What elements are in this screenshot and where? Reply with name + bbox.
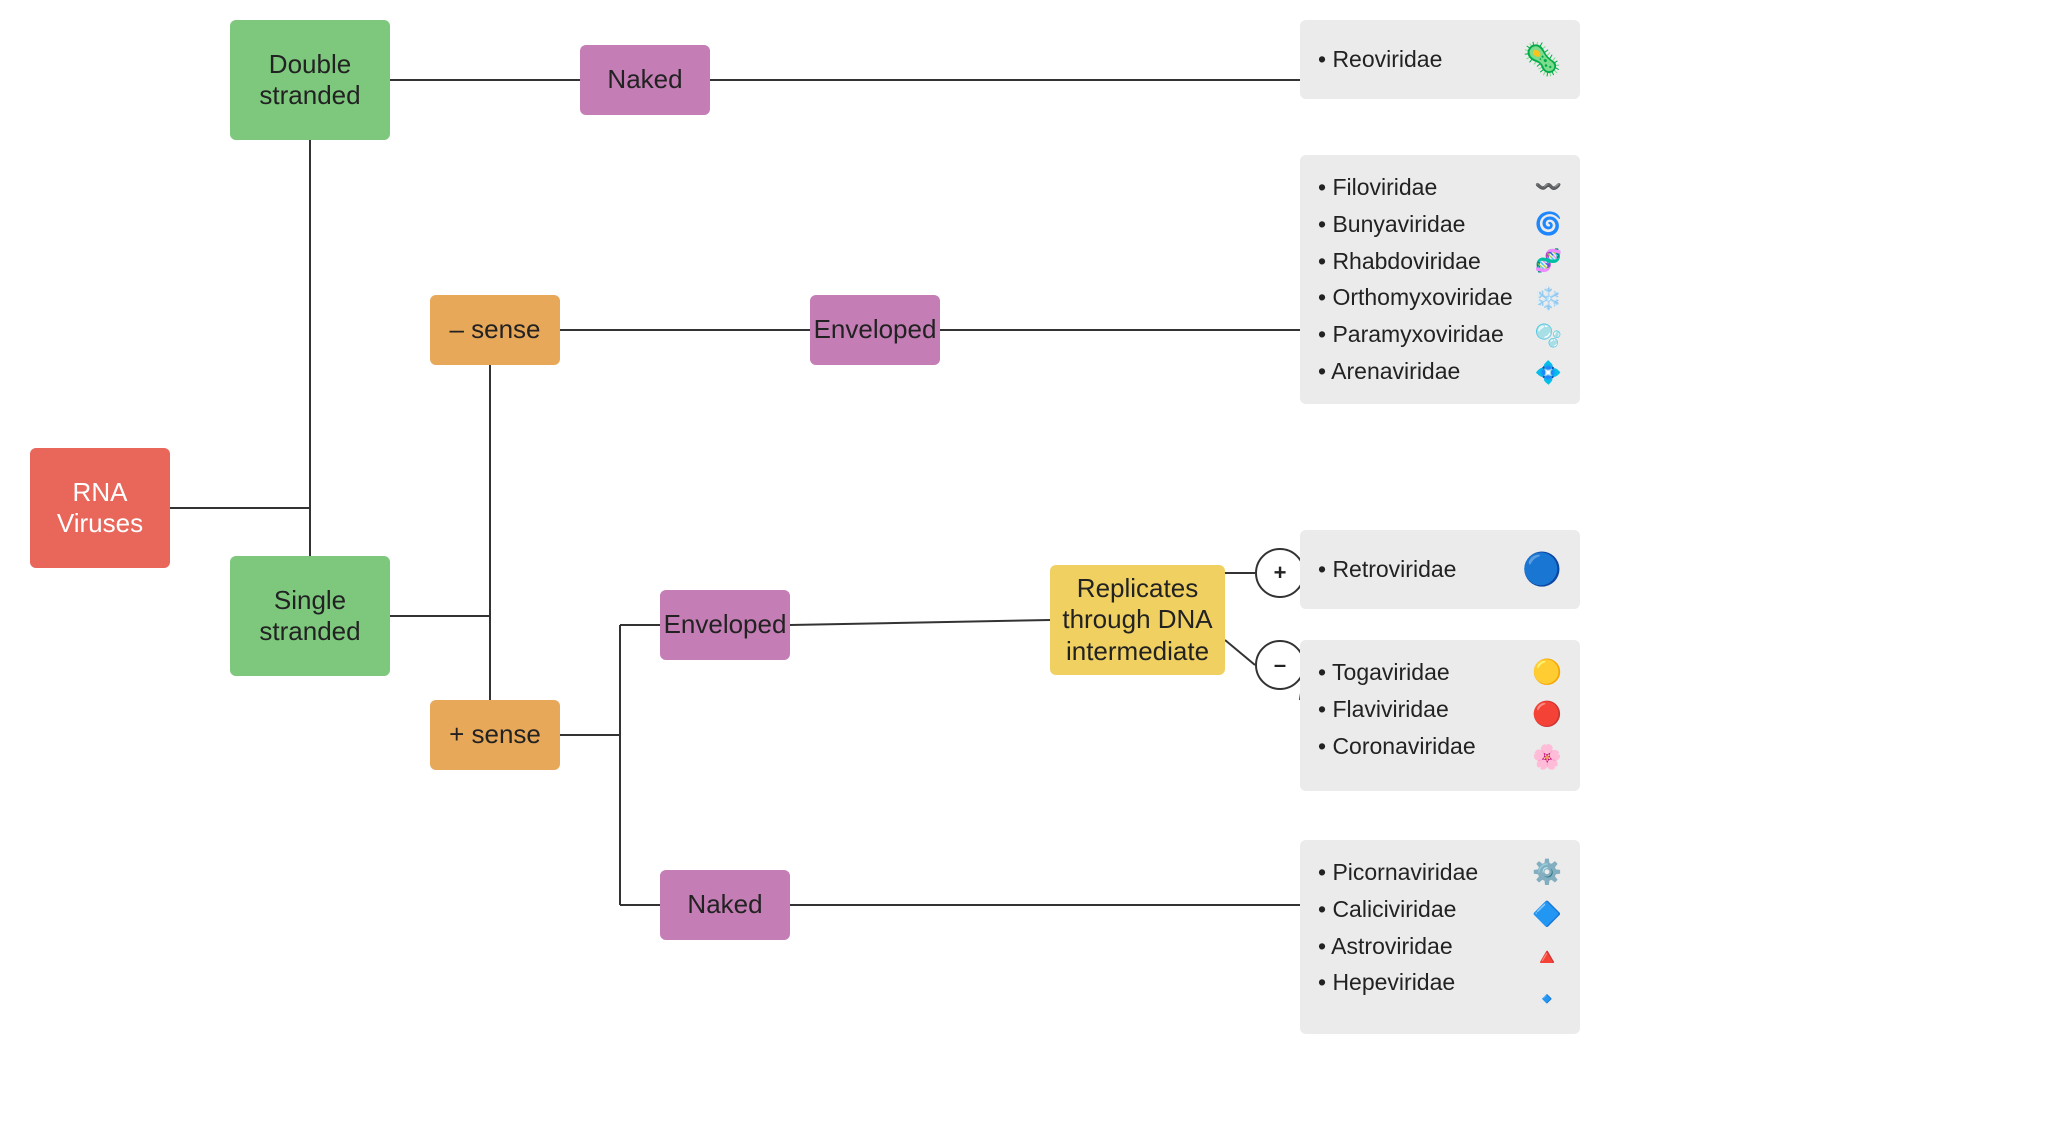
retro-icon: 🔵 [1522,544,1562,595]
reoviridae-entry: • Reoviridae 🦠 [1318,34,1562,85]
filo-icon: 〰️ [1535,169,1562,204]
bunya-entry: • Bunyaviridae [1318,206,1525,243]
outcome-naked-plus-group: • Picornaviridae • Caliciviridae • Astro… [1300,840,1580,1034]
enveloped-plus-label: Enveloped [664,609,787,640]
paramyxo-icon: 🫧 [1535,318,1562,353]
circle-minus-label: – [1274,652,1286,678]
toga-icons: 🟡 🔴 🌸 [1532,654,1562,777]
hepe-icon: 🔹 [1532,981,1562,1019]
minus-sense-label: – sense [449,314,540,345]
reoviridae-icon: 🦠 [1522,34,1562,85]
minus-sense-box: – sense [430,295,560,365]
diagram: RNA Viruses Double stranded Single stran… [0,0,2048,1137]
naked-plus-icons: ⚙️ 🔷 🔺 🔹 [1532,854,1562,1020]
reoviridae-text: • Reoviridae [1318,41,1442,78]
arena-entry: • Arenaviridae [1318,353,1525,390]
minus-group-content: • Filoviridae • Bunyaviridae • Rhabdovir… [1318,169,1562,390]
outcome-minus-group: • Filoviridae • Bunyaviridae • Rhabdovir… [1300,155,1580,404]
calici-icon: 🔷 [1532,896,1562,934]
toga-content: • Togaviridae • Flaviviridae • Coronavir… [1318,654,1562,777]
outcome-toga-group: • Togaviridae • Flaviviridae • Coronavir… [1300,640,1580,791]
replicates-label: Replicates through DNA intermediate [1062,573,1213,667]
enveloped-minus-box: Enveloped [810,295,940,365]
astro-icon: 🔺 [1532,939,1562,977]
naked-plus-content: • Picornaviridae • Caliciviridae • Astro… [1318,854,1562,1020]
enveloped-plus-box: Enveloped [660,590,790,660]
double-stranded-box: Double stranded [230,20,390,140]
filo-entry: • Filoviridae [1318,169,1525,206]
rna-viruses-label: RNA Viruses [42,477,158,539]
para-entry: • Paramyxoviridae [1318,316,1525,353]
naked-top-label: Naked [607,64,682,95]
toga-icon: 🟡 [1532,654,1562,692]
corona-icon: 🌸 [1532,739,1562,777]
naked-top-box: Naked [580,45,710,115]
single-stranded-box: Single stranded [230,556,390,676]
ortho-entry: • Orthomyxoviridae [1318,279,1525,316]
bunya-icon: 🌀 [1535,206,1562,241]
minus-group-text: • Filoviridae • Bunyaviridae • Rhabdovir… [1318,169,1525,390]
naked-bottom-label: Naked [687,889,762,920]
rhabdo-icon: 🧬 [1535,243,1562,278]
plus-sense-box: + sense [430,700,560,770]
picorna-entry: • Picornaviridae [1318,854,1522,891]
toga-text: • Togaviridae • Flaviviridae • Coronavir… [1318,654,1522,777]
arena-icon: 💠 [1535,355,1562,390]
single-stranded-label: Single stranded [242,585,378,647]
retro-content: • Retroviridae 🔵 [1318,544,1562,595]
double-stranded-label: Double stranded [242,49,378,111]
circle-plus-label: + [1274,560,1287,586]
rhabdo-entry: • Rhabdoviridae [1318,243,1525,280]
minus-group-icons: 〰️ 🌀 🧬 ❄️ 🫧 💠 [1535,169,1562,390]
outcome-reoviridae: • Reoviridae 🦠 [1300,20,1580,99]
naked-bottom-box: Naked [660,870,790,940]
enveloped-minus-label: Enveloped [814,314,937,345]
rna-viruses-box: RNA Viruses [30,448,170,568]
plus-sense-label: + sense [449,719,541,750]
circle-minus-node: – [1255,640,1305,690]
replicates-box: Replicates through DNA intermediate [1050,565,1225,675]
hepe-entry: • Hepeviridae [1318,964,1522,1001]
flavi-entry: • Flaviviridae [1318,691,1522,728]
astro-entry: • Astroviridae [1318,928,1522,965]
corona-entry: • Coronaviridae [1318,728,1522,765]
ortho-icon: ❄️ [1535,281,1562,316]
outcome-retroviridae: • Retroviridae 🔵 [1300,530,1580,609]
circle-plus-node: + [1255,548,1305,598]
retro-text: • Retroviridae [1318,551,1456,588]
flavi-icon: 🔴 [1532,696,1562,734]
naked-plus-text: • Picornaviridae • Caliciviridae • Astro… [1318,854,1522,1020]
calici-entry: • Caliciviridae [1318,891,1522,928]
picorna-icon: ⚙️ [1532,854,1562,892]
toga-entry: • Togaviridae [1318,654,1522,691]
